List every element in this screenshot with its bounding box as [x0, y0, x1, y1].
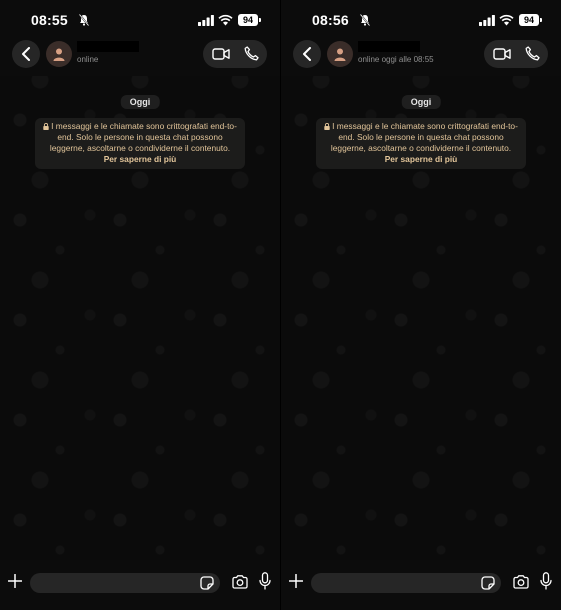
learn-more-link[interactable]: Per saperne di più	[321, 154, 521, 165]
wifi-icon	[499, 14, 514, 26]
cellular-signal-icon	[198, 15, 214, 26]
date-divider: Oggi	[120, 95, 160, 109]
contact-presence: online	[77, 55, 99, 64]
person-icon	[53, 48, 65, 61]
top-bar: 08:55 94 online	[0, 0, 280, 76]
contact-name-redacted[interactable]	[358, 41, 420, 52]
encryption-notice[interactable]: I messaggi e le chiamate sono crittograf…	[316, 118, 526, 169]
status-bar: 08:55 94	[0, 12, 280, 30]
wifi-icon	[218, 14, 233, 26]
chat-screen-left: 08:55 94 online Oggi I messaggi e le chi…	[0, 0, 280, 610]
call-buttons	[203, 40, 267, 68]
date-divider: Oggi	[401, 95, 441, 109]
lock-icon	[43, 123, 49, 130]
back-button[interactable]	[293, 40, 321, 68]
sticker-icon[interactable]	[481, 576, 495, 590]
message-input[interactable]	[311, 573, 501, 593]
phone-icon[interactable]	[244, 46, 259, 61]
avatar[interactable]	[46, 41, 72, 67]
camera-icon[interactable]	[513, 575, 529, 589]
top-bar: 08:56 94 online oggi alle 08:55	[281, 0, 561, 76]
microphone-icon[interactable]	[540, 572, 552, 590]
plus-icon[interactable]	[289, 574, 303, 588]
bell-slash-icon	[79, 14, 89, 26]
sticker-icon[interactable]	[200, 576, 214, 590]
avatar[interactable]	[327, 41, 353, 67]
encryption-notice[interactable]: I messaggi e le chiamate sono crittograf…	[35, 118, 245, 169]
chat-header: online oggi alle 08:55	[281, 40, 561, 68]
message-input[interactable]	[30, 573, 220, 593]
composer-bar	[281, 560, 561, 610]
battery-indicator: 94	[519, 14, 542, 26]
phone-icon[interactable]	[525, 46, 540, 61]
contact-name-redacted[interactable]	[77, 41, 139, 52]
composer-bar	[0, 560, 280, 610]
encryption-notice-text: I messaggi e le chiamate sono crittograf…	[49, 121, 237, 153]
status-bar: 08:56 94	[281, 12, 561, 30]
chevron-left-icon	[303, 47, 311, 61]
encryption-notice-text: I messaggi e le chiamate sono crittograf…	[330, 121, 518, 153]
lock-icon	[324, 123, 330, 130]
chat-header: online	[0, 40, 280, 68]
bell-slash-icon	[360, 14, 370, 26]
back-button[interactable]	[12, 40, 40, 68]
microphone-icon[interactable]	[259, 572, 271, 590]
status-time: 08:56	[312, 12, 349, 28]
learn-more-link[interactable]: Per saperne di più	[40, 154, 240, 165]
status-time: 08:55	[31, 12, 68, 28]
plus-icon[interactable]	[8, 574, 22, 588]
camera-icon[interactable]	[232, 575, 248, 589]
call-buttons	[484, 40, 548, 68]
contact-presence: online oggi alle 08:55	[358, 55, 434, 64]
cellular-signal-icon	[479, 15, 495, 26]
chat-screen-right: 08:56 94 online oggi alle 08:55 Oggi I m…	[281, 0, 561, 610]
video-camera-icon[interactable]	[212, 48, 230, 60]
battery-indicator: 94	[238, 14, 261, 26]
video-camera-icon[interactable]	[493, 48, 511, 60]
person-icon	[334, 48, 346, 61]
chevron-left-icon	[22, 47, 30, 61]
